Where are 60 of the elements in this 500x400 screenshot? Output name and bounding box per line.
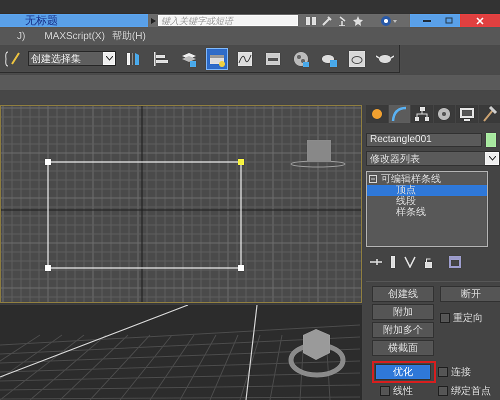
expand-icon[interactable]: [151, 18, 156, 24]
vertex-handle[interactable]: [238, 159, 244, 165]
collapse-icon[interactable]: [369, 175, 378, 184]
close-icon: [476, 16, 484, 24]
selection-set-icon[interactable]: [4, 50, 22, 68]
command-button[interactable]: 横截面: [372, 340, 434, 356]
command-button[interactable]: 附加: [372, 304, 434, 320]
graph-icon: [236, 50, 254, 68]
menu-item[interactable]: J): [17, 30, 32, 42]
stack-item[interactable]: 线段: [367, 196, 487, 207]
minimize-icon: [423, 20, 431, 22]
selection-set-dropdown[interactable]: 创建选择集: [28, 51, 116, 66]
config-icon[interactable]: [449, 256, 461, 268]
lock-icon[interactable]: [425, 256, 432, 268]
star-icon[interactable]: [353, 16, 363, 26]
window-button[interactable]: [206, 48, 228, 70]
command-button[interactable]: 创建线: [372, 286, 434, 302]
checkbox-option[interactable]: 连接: [438, 364, 500, 380]
rectangle-spline[interactable]: [47, 161, 242, 269]
panel-tab[interactable]: [434, 105, 455, 123]
window-title: 无标题: [25, 14, 58, 26]
chevron-icon: [106, 56, 112, 61]
view-cube-icon[interactable]: [288, 329, 346, 378]
sphere-icon: [292, 50, 310, 68]
panel-tab[interactable]: [366, 105, 388, 123]
panel-tab[interactable]: [388, 105, 410, 123]
command-button[interactable]: 附加多个: [372, 322, 434, 338]
fork-icon[interactable]: [404, 256, 416, 268]
vertex-handle[interactable]: [45, 265, 51, 271]
command-button[interactable]: 断开: [440, 286, 500, 302]
panel-tab[interactable]: [411, 105, 432, 123]
checkbox-option[interactable]: 线性: [380, 383, 436, 399]
panel-tab[interactable]: [478, 105, 500, 123]
view-cube-icon[interactable]: [290, 140, 346, 168]
panel-tab[interactable]: [456, 105, 478, 123]
hierarchy-icon: [412, 105, 431, 123]
refine-button[interactable]: 优化: [375, 364, 431, 380]
vertex-handle[interactable]: [45, 159, 51, 165]
checkbox-option[interactable]: 绑定首点: [438, 383, 500, 399]
menu-item[interactable]: MAXScript(X): [44, 30, 112, 42]
monitor-icon: [458, 105, 476, 123]
chevron-icon: [488, 156, 496, 161]
close-button[interactable]: [460, 14, 500, 27]
pin-icon[interactable]: [370, 257, 382, 267]
object-name-field[interactable]: Rectangle001: [366, 133, 482, 147]
perspective-viewport[interactable]: [0, 305, 362, 400]
search-field[interactable]: 键入关键字或短语: [158, 15, 298, 26]
stack-item[interactable]: 样条线: [367, 207, 487, 218]
stack-item[interactable]: 顶点: [367, 185, 487, 196]
help-icon[interactable]: [381, 16, 397, 26]
checkbox-option[interactable]: 重定向: [440, 310, 500, 326]
wrench-icon[interactable]: [322, 16, 332, 26]
stack-item[interactable]: 可编辑样条线: [367, 174, 487, 185]
menu-item[interactable]: 帮助(H): [112, 29, 153, 43]
color-swatch[interactable]: [486, 133, 496, 147]
curve-icon: [390, 105, 408, 123]
modifier-list-dropdown[interactable]: 修改器列表: [366, 151, 500, 166]
align-icon: [152, 50, 170, 68]
restore-icon: [445, 17, 453, 24]
vertex-handle[interactable]: [238, 265, 244, 271]
